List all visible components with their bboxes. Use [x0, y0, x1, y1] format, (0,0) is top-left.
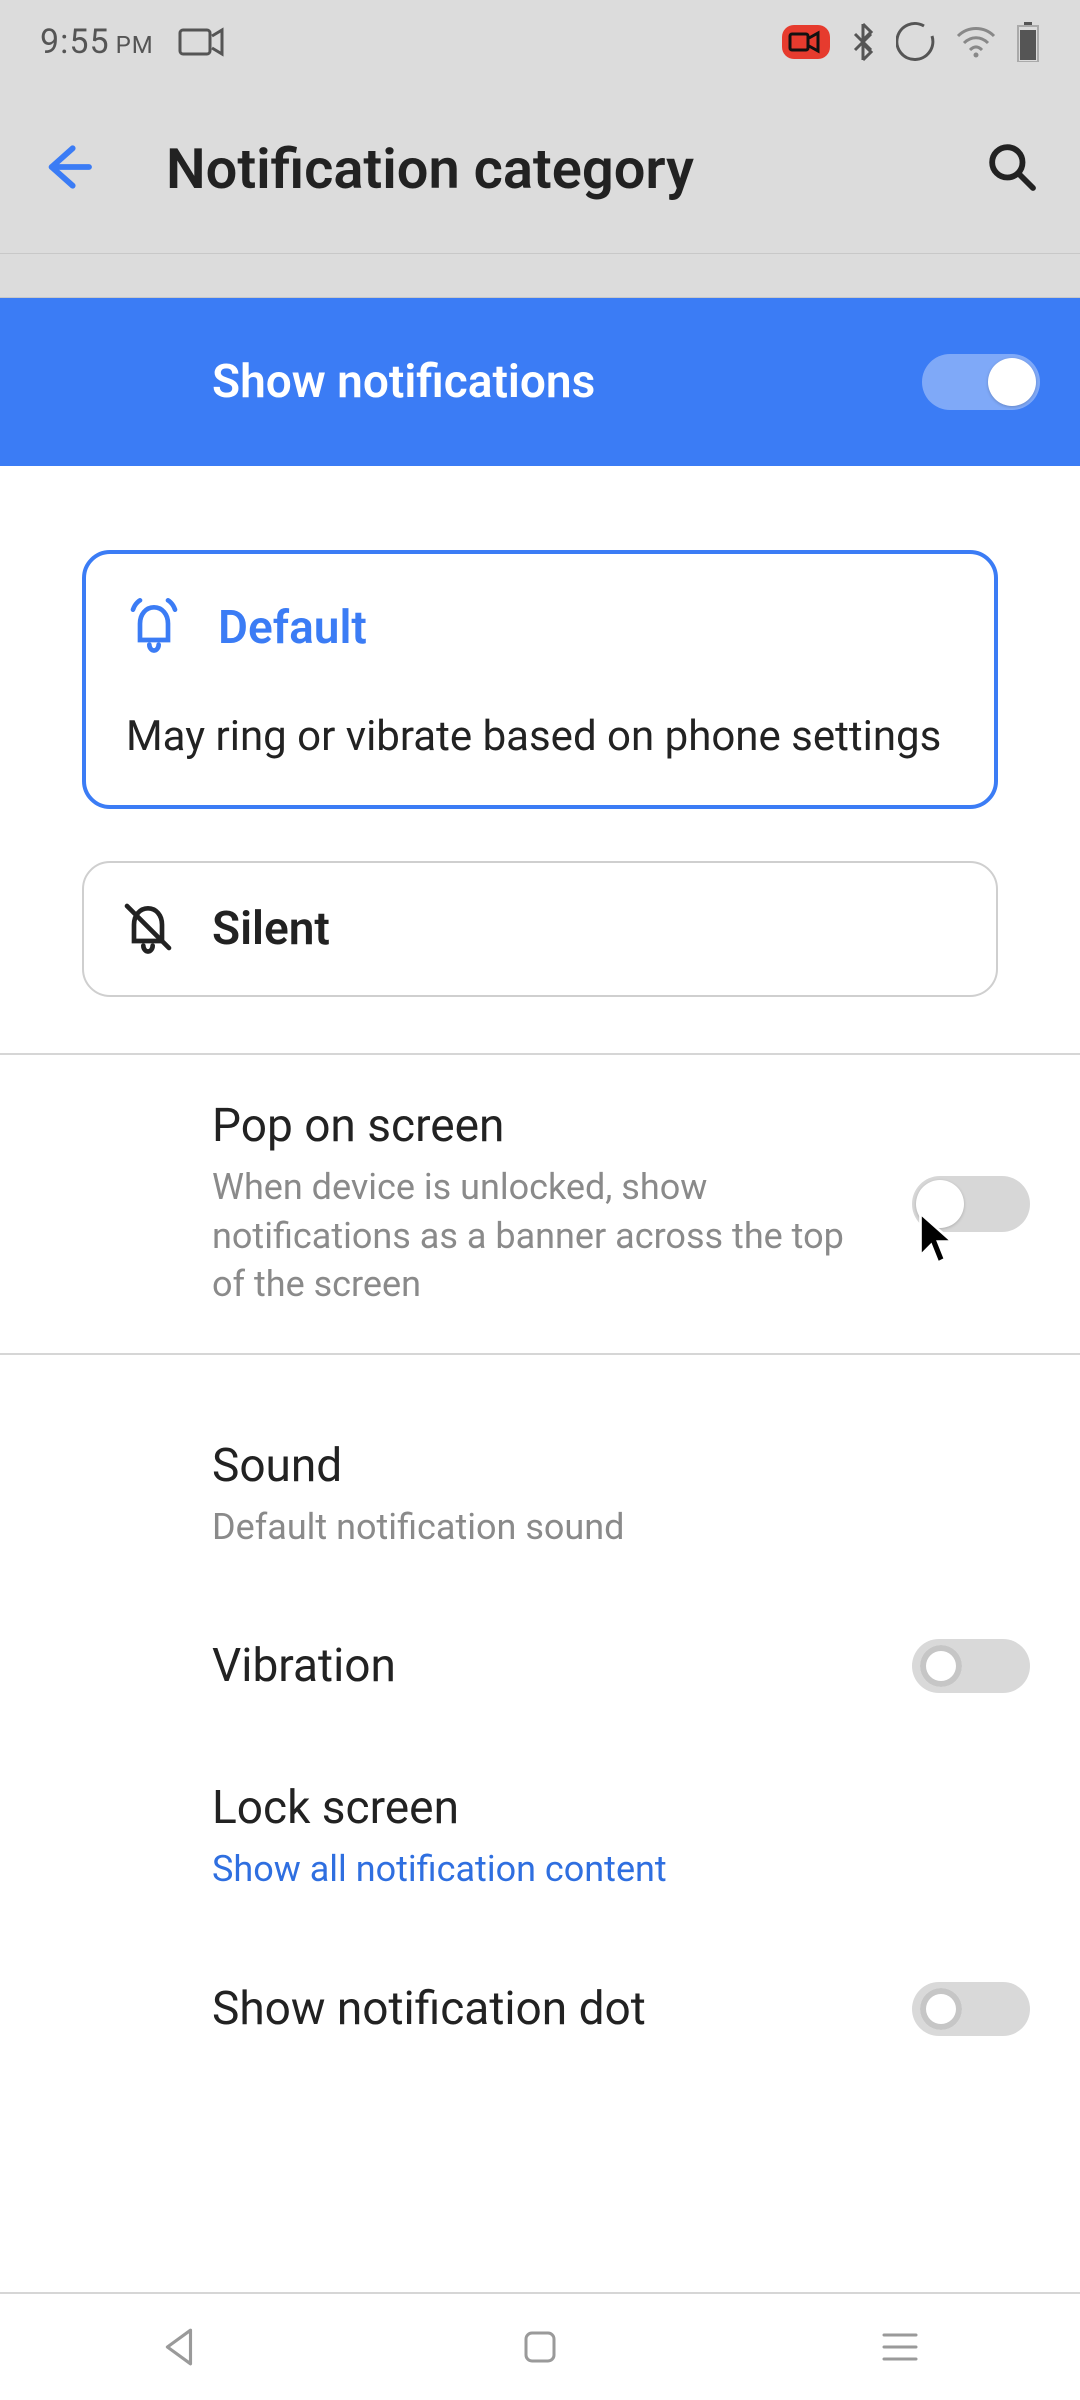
wifi-icon: [956, 26, 996, 58]
pop-on-screen-title: Pop on screen: [212, 1099, 852, 1153]
status-bar: 9:55PM: [0, 0, 1080, 84]
screen: 9:55PM: [0, 0, 1080, 2400]
toggle-ring: [920, 1988, 962, 2030]
toggle-ring: [920, 1645, 962, 1687]
notification-dot-title: Show notification dot: [212, 1982, 646, 2036]
vibration-title: Vibration: [212, 1639, 396, 1693]
vibration-texts: Vibration: [212, 1639, 396, 1693]
vibration-row[interactable]: Vibration: [0, 1595, 1080, 1737]
battery-icon: [1016, 22, 1040, 62]
sound-title: Sound: [212, 1439, 624, 1493]
lock-screen-texts: Lock screen Show all notification conten…: [212, 1781, 667, 1894]
notification-dot-texts: Show notification dot: [212, 1982, 646, 2036]
nav-recents-button[interactable]: [868, 2315, 932, 2379]
behavior-default-header: Default: [126, 598, 954, 658]
pop-on-screen-row[interactable]: Pop on screen When device is unlocked, s…: [0, 1055, 1080, 1353]
bluetooth-icon: [850, 22, 876, 62]
status-time-ampm: PM: [116, 31, 154, 59]
sound-row[interactable]: Sound Default notification sound: [0, 1395, 1080, 1596]
status-time-value: 9:55: [40, 22, 110, 62]
toggle-knob: [988, 358, 1036, 406]
behavior-silent-title: Silent: [212, 902, 330, 956]
nav-back-button[interactable]: [148, 2315, 212, 2379]
sound-texts: Sound Default notification sound: [212, 1439, 624, 1552]
toggle-knob: [916, 1180, 964, 1228]
search-button[interactable]: [984, 139, 1040, 199]
behavior-silent-header: Silent: [120, 899, 960, 959]
header-gap: [0, 254, 1080, 298]
do-not-disturb-icon: [896, 22, 936, 62]
lock-screen-row[interactable]: Lock screen Show all notification conten…: [0, 1737, 1080, 1938]
pop-on-screen-desc: When device is unlocked, show notificati…: [212, 1163, 852, 1309]
bell-off-icon: [120, 899, 176, 959]
vibration-toggle[interactable]: [912, 1639, 1030, 1693]
screencast-icon: [178, 26, 226, 58]
page-title: Notification category: [166, 136, 944, 202]
lock-screen-desc: Show all notification content: [212, 1845, 667, 1894]
notification-dot-toggle[interactable]: [912, 1982, 1030, 2036]
behavior-silent-card[interactable]: Silent: [82, 861, 998, 997]
lock-screen-title: Lock screen: [212, 1781, 667, 1835]
notification-dot-row[interactable]: Show notification dot: [0, 1938, 1080, 2080]
pop-on-screen-texts: Pop on screen When device is unlocked, s…: [212, 1099, 852, 1309]
screen-record-icon: [782, 25, 830, 59]
behavior-default-desc: May ring or vibrate based on phone setti…: [126, 712, 954, 761]
app-bar: Notification category: [0, 84, 1080, 254]
show-notifications-label: Show notifications: [212, 355, 595, 409]
bell-ring-icon: [126, 598, 182, 658]
behavior-section: Default May ring or vibrate based on pho…: [0, 466, 1080, 1053]
nav-home-button[interactable]: [508, 2315, 572, 2379]
status-time: 9:55PM: [40, 22, 154, 62]
pop-on-screen-toggle[interactable]: [912, 1176, 1030, 1232]
behavior-default-title: Default: [218, 601, 367, 655]
back-button[interactable]: [40, 139, 96, 199]
status-right: [782, 22, 1040, 62]
system-nav-bar: [0, 2292, 1080, 2400]
status-left: 9:55PM: [40, 22, 226, 62]
show-notifications-row[interactable]: Show notifications: [0, 298, 1080, 466]
show-notifications-toggle[interactable]: [922, 354, 1040, 410]
behavior-default-card[interactable]: Default May ring or vibrate based on pho…: [82, 550, 998, 809]
sound-desc: Default notification sound: [212, 1503, 624, 1552]
